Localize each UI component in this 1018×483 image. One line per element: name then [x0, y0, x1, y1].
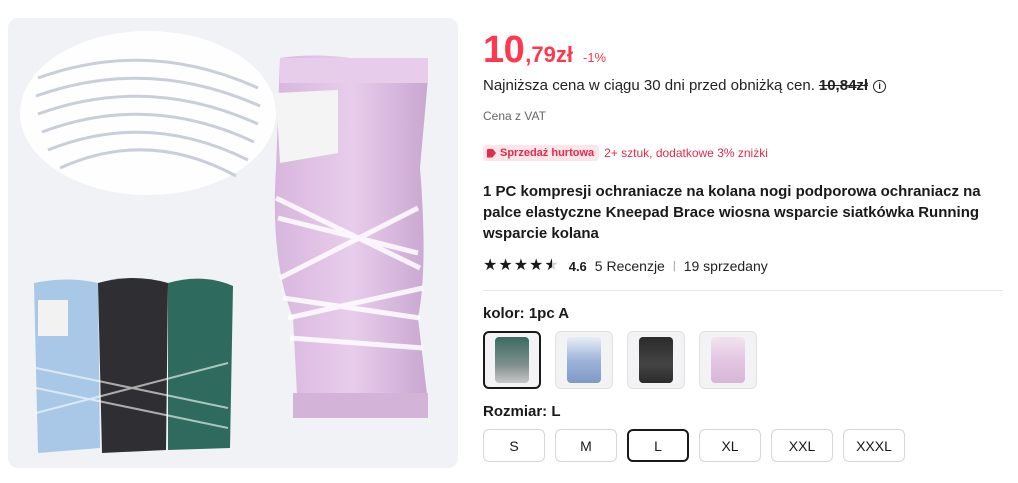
product-title: 1 PC kompresji ochraniacze na kolana nog…	[483, 183, 981, 242]
size-option-s[interactable]: S	[483, 429, 545, 462]
size-options: S M L XL XXL XXXL	[483, 429, 1003, 462]
size-selected: L	[551, 403, 561, 420]
divider	[483, 290, 1003, 291]
size-option-xxxl[interactable]: XXXL	[843, 429, 905, 462]
star-icon: ★	[498, 257, 513, 274]
swatch-image	[495, 337, 529, 383]
color-swatch-green[interactable]	[483, 331, 541, 389]
size-option-xxl[interactable]: XXL	[771, 429, 833, 462]
vat-note: Cena z VAT	[483, 109, 546, 123]
color-swatch-pink[interactable]	[699, 331, 757, 389]
color-swatches	[483, 331, 1003, 389]
size-option-m[interactable]: M	[555, 429, 617, 462]
color-label-text: kolor:	[483, 305, 525, 322]
rating-value: 4.6	[568, 258, 587, 274]
color-selected: 1pc A	[528, 305, 570, 322]
price-integer: 10	[483, 29, 525, 71]
product-image[interactable]	[8, 18, 458, 468]
star-half-icon: ★	[544, 257, 559, 274]
reviews-link[interactable]: 5 Recenzje	[595, 258, 665, 274]
color-label: kolor: 1pc A	[483, 305, 1003, 323]
rating-stars-icon[interactable]: ★ ★ ★ ★ ★	[483, 258, 560, 274]
product-info: 10 ,79zł -1% Najniższa cena w ciągu 30 d…	[483, 30, 1003, 462]
size-option-l[interactable]: L	[627, 429, 689, 462]
lowest-price-text: Najniższa cena w ciągu 30 dni przed obni…	[483, 77, 815, 94]
old-price: 10,84zł	[818, 77, 869, 94]
tag-icon	[487, 148, 496, 158]
star-icon: ★	[529, 257, 544, 274]
color-swatch-black[interactable]	[627, 331, 685, 389]
wholesale-row: Sprzedaż hurtowa 2+ sztuk, dodatkowe 3% …	[483, 143, 1003, 163]
size-label-text: Rozmiar:	[483, 403, 548, 420]
sold-count: 19 sprzedany	[683, 258, 768, 274]
discount-badge: -1%	[582, 50, 607, 65]
wholesale-badge: Sprzedaż hurtowa	[483, 145, 600, 161]
lowest-price-note: Najniższa cena w ciągu 30 dni przed obni…	[483, 76, 1003, 96]
price-decimal: ,79zł	[525, 42, 573, 67]
size-option-xl[interactable]: XL	[699, 429, 761, 462]
wholesale-text: 2+ sztuk, dodatkowe 3% zniżki	[604, 146, 768, 160]
star-icon: ★	[483, 257, 498, 274]
swatch-image	[567, 337, 601, 383]
rating-row: ★ ★ ★ ★ ★ 4.6 5 Recenzje | 19 sprzedany	[483, 256, 1003, 276]
swatch-image	[711, 337, 745, 383]
info-icon[interactable]: i	[873, 79, 887, 93]
price: 10 ,79zł -1%	[483, 30, 1003, 76]
swatch-image	[639, 337, 673, 383]
color-swatch-blue[interactable]	[555, 331, 613, 389]
wholesale-badge-label: Sprzedaż hurtowa	[500, 147, 595, 159]
size-label: Rozmiar: L	[483, 403, 1003, 421]
knee-sleeve-illustration	[20, 31, 428, 453]
separator: |	[672, 260, 676, 272]
star-icon: ★	[513, 257, 529, 274]
